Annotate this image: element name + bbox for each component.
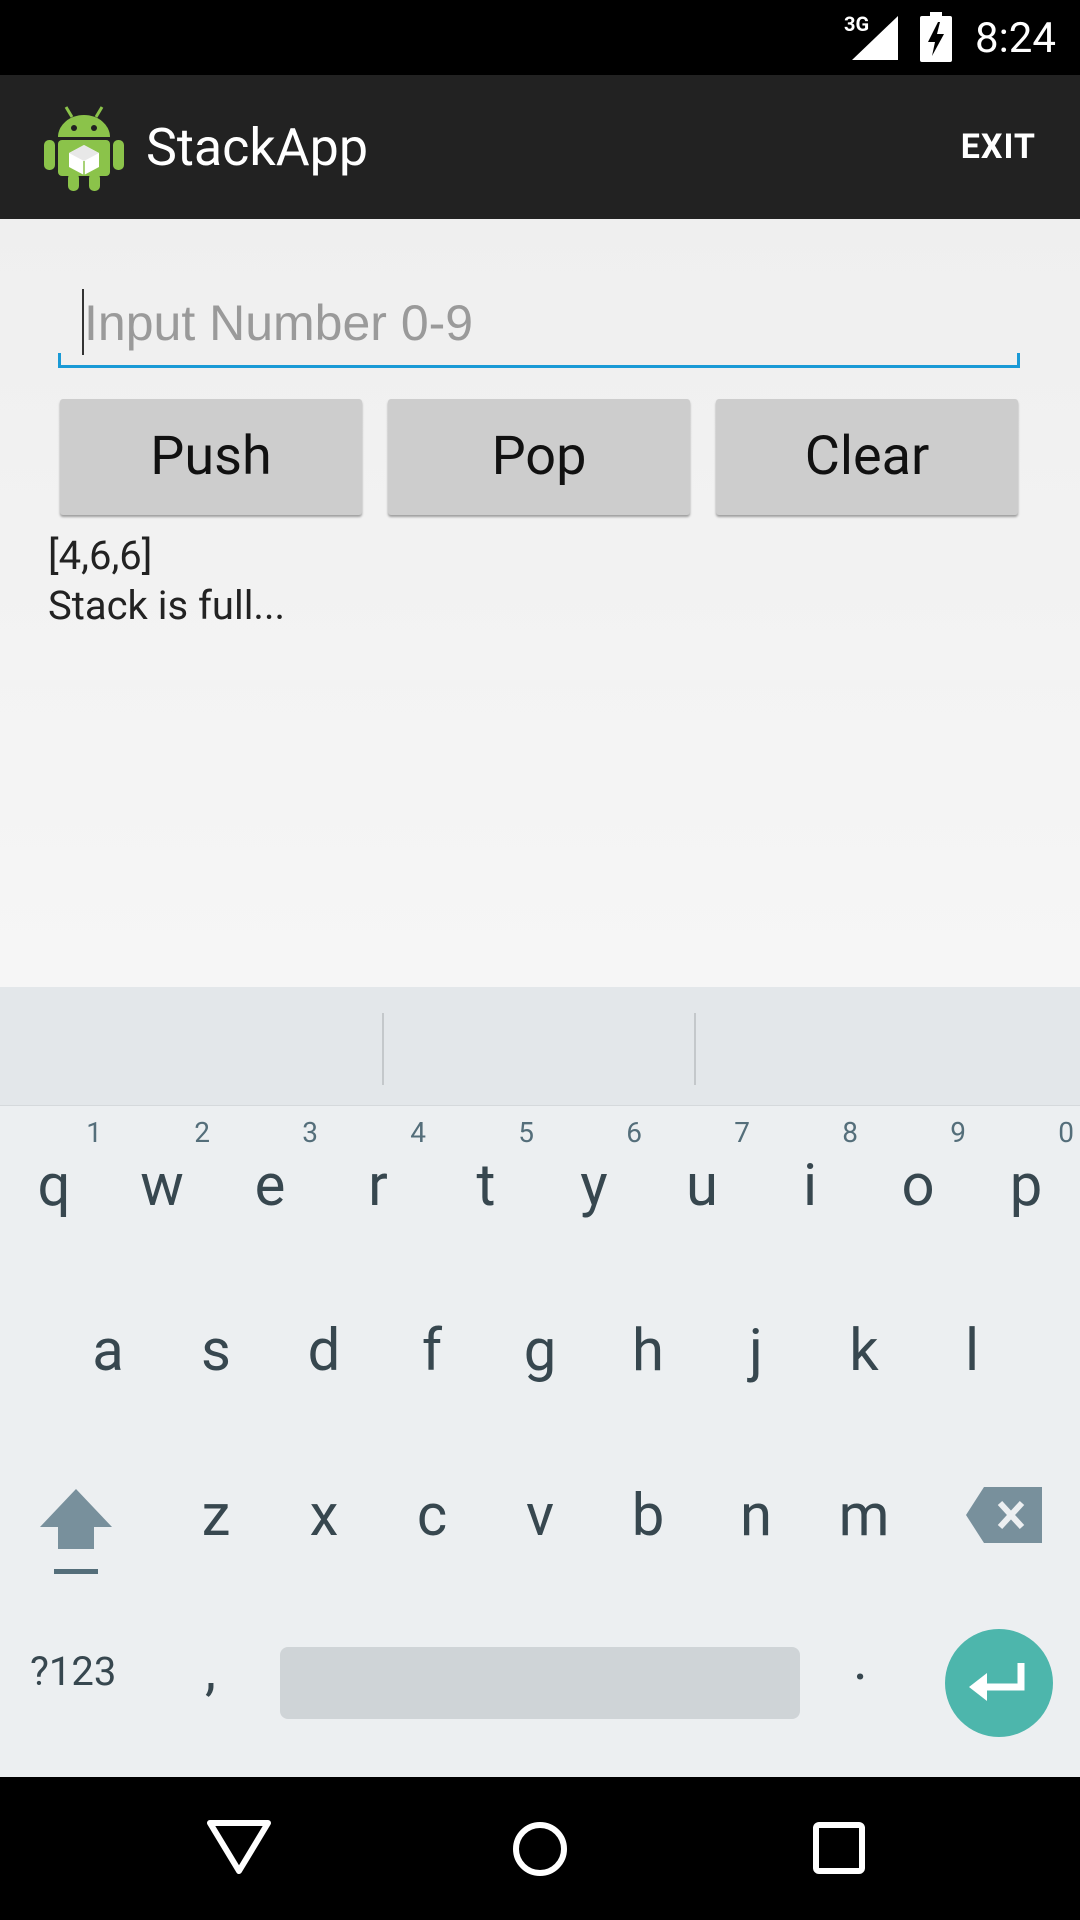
key-letter: h <box>632 1317 664 1385</box>
key-letter: b <box>631 1482 665 1550</box>
recents-icon[interactable] <box>812 1821 866 1875</box>
period-key[interactable]: . <box>853 1627 868 1693</box>
key-u[interactable]: 7u <box>648 1116 756 1292</box>
key-f[interactable]: f <box>378 1317 486 1457</box>
pop-button[interactable]: Pop <box>388 399 690 515</box>
android-app-icon <box>44 106 124 191</box>
key-letter: a <box>92 1317 124 1385</box>
action-bar: StackApp EXIT <box>0 75 1080 219</box>
key-letter: y <box>580 1152 608 1220</box>
key-letter: k <box>849 1317 879 1385</box>
key-number-hint: 6 <box>626 1116 642 1149</box>
signal-icon <box>852 16 898 60</box>
key-number-hint: 1 <box>86 1116 102 1149</box>
suggestion-strip <box>0 987 1080 1106</box>
key-j[interactable]: j <box>702 1317 810 1457</box>
key-letter: l <box>964 1317 980 1385</box>
key-number-hint: 9 <box>950 1116 966 1149</box>
soft-keyboard: 1q2w3e4r5t6y7u8i9o0p asdfghjkl zxcvbnm ?… <box>0 987 1080 1777</box>
key-number-hint: 8 <box>842 1116 858 1149</box>
suggestion-divider <box>382 1013 384 1085</box>
key-letter: o <box>901 1152 935 1220</box>
back-icon[interactable] <box>206 1817 272 1877</box>
key-number-hint: 2 <box>194 1116 210 1149</box>
key-number-hint: 7 <box>734 1116 750 1149</box>
main-content: Push Pop Clear [4,6,6] Stack is full... <box>0 219 1080 987</box>
key-letter: e <box>254 1152 286 1220</box>
key-n[interactable]: n <box>702 1482 810 1622</box>
enter-key[interactable] <box>945 1629 1053 1737</box>
key-letter: z <box>201 1482 231 1550</box>
key-o[interactable]: 9o <box>864 1116 972 1292</box>
status-message: Stack is full... <box>48 582 286 629</box>
key-letter: d <box>307 1317 341 1385</box>
key-y[interactable]: 6y <box>540 1116 648 1292</box>
clear-button[interactable]: Clear <box>716 399 1018 515</box>
suggestion-divider <box>694 1013 696 1085</box>
key-letter: u <box>686 1152 718 1220</box>
key-letter: c <box>416 1482 448 1550</box>
key-letter: i <box>802 1152 818 1220</box>
key-letter: g <box>523 1317 557 1385</box>
key-s[interactable]: s <box>162 1317 270 1457</box>
output-area: [4,6,6] Stack is full... <box>48 531 285 631</box>
key-a[interactable]: a <box>54 1317 162 1457</box>
shift-icon[interactable] <box>38 1487 114 1577</box>
key-number-hint: 5 <box>518 1116 534 1149</box>
key-c[interactable]: c <box>378 1482 486 1622</box>
key-i[interactable]: 8i <box>756 1116 864 1292</box>
key-e[interactable]: 3e <box>216 1116 324 1292</box>
input-underline-right <box>1017 353 1020 368</box>
number-input-container <box>58 279 1020 371</box>
key-letter: m <box>838 1482 890 1550</box>
comma-key[interactable]: , <box>205 1637 216 1703</box>
key-r[interactable]: 4r <box>324 1116 432 1292</box>
key-b[interactable]: b <box>594 1482 702 1622</box>
key-number-hint: 3 <box>302 1116 318 1149</box>
stack-contents: [4,6,6] <box>48 532 153 579</box>
navigation-bar <box>0 1777 1080 1920</box>
status-bar: 3G 8:24 <box>0 0 1080 75</box>
key-letter: r <box>368 1152 388 1220</box>
key-letter: v <box>525 1482 555 1550</box>
key-h[interactable]: h <box>594 1317 702 1457</box>
key-letter: j <box>749 1317 763 1385</box>
app-title: StackApp <box>146 117 369 178</box>
key-letter: t <box>476 1152 496 1220</box>
key-letter: f <box>421 1317 443 1385</box>
home-icon[interactable] <box>510 1819 570 1879</box>
key-number-hint: 0 <box>1058 1116 1074 1149</box>
number-input[interactable] <box>58 279 1020 367</box>
key-letter: n <box>739 1482 773 1550</box>
exit-button[interactable]: EXIT <box>961 127 1036 167</box>
key-l[interactable]: l <box>918 1317 1026 1457</box>
push-button[interactable]: Push <box>60 399 362 515</box>
backspace-icon[interactable] <box>966 1487 1042 1543</box>
key-m[interactable]: m <box>810 1482 918 1622</box>
input-underline <box>58 365 1020 368</box>
space-bar[interactable] <box>280 1647 800 1719</box>
clock: 8:24 <box>975 14 1056 63</box>
key-number-hint: 4 <box>410 1116 426 1149</box>
key-letter: p <box>1009 1152 1043 1220</box>
text-cursor <box>82 289 84 355</box>
key-w[interactable]: 2w <box>108 1116 216 1292</box>
key-x[interactable]: x <box>270 1482 378 1622</box>
key-t[interactable]: 5t <box>432 1116 540 1292</box>
input-underline-left <box>58 353 61 368</box>
key-g[interactable]: g <box>486 1317 594 1457</box>
key-letter: q <box>37 1152 71 1220</box>
key-q[interactable]: 1q <box>0 1116 108 1292</box>
key-k[interactable]: k <box>810 1317 918 1457</box>
key-letter: x <box>309 1482 339 1550</box>
enter-icon <box>969 1663 1025 1701</box>
key-p[interactable]: 0p <box>972 1116 1080 1292</box>
key-z[interactable]: z <box>162 1482 270 1622</box>
key-d[interactable]: d <box>270 1317 378 1457</box>
symbols-key[interactable]: ?123 <box>30 1648 116 1695</box>
key-letter: w <box>140 1152 184 1220</box>
key-letter: s <box>201 1317 231 1385</box>
battery-charging-icon <box>920 12 952 62</box>
key-v[interactable]: v <box>486 1482 594 1622</box>
